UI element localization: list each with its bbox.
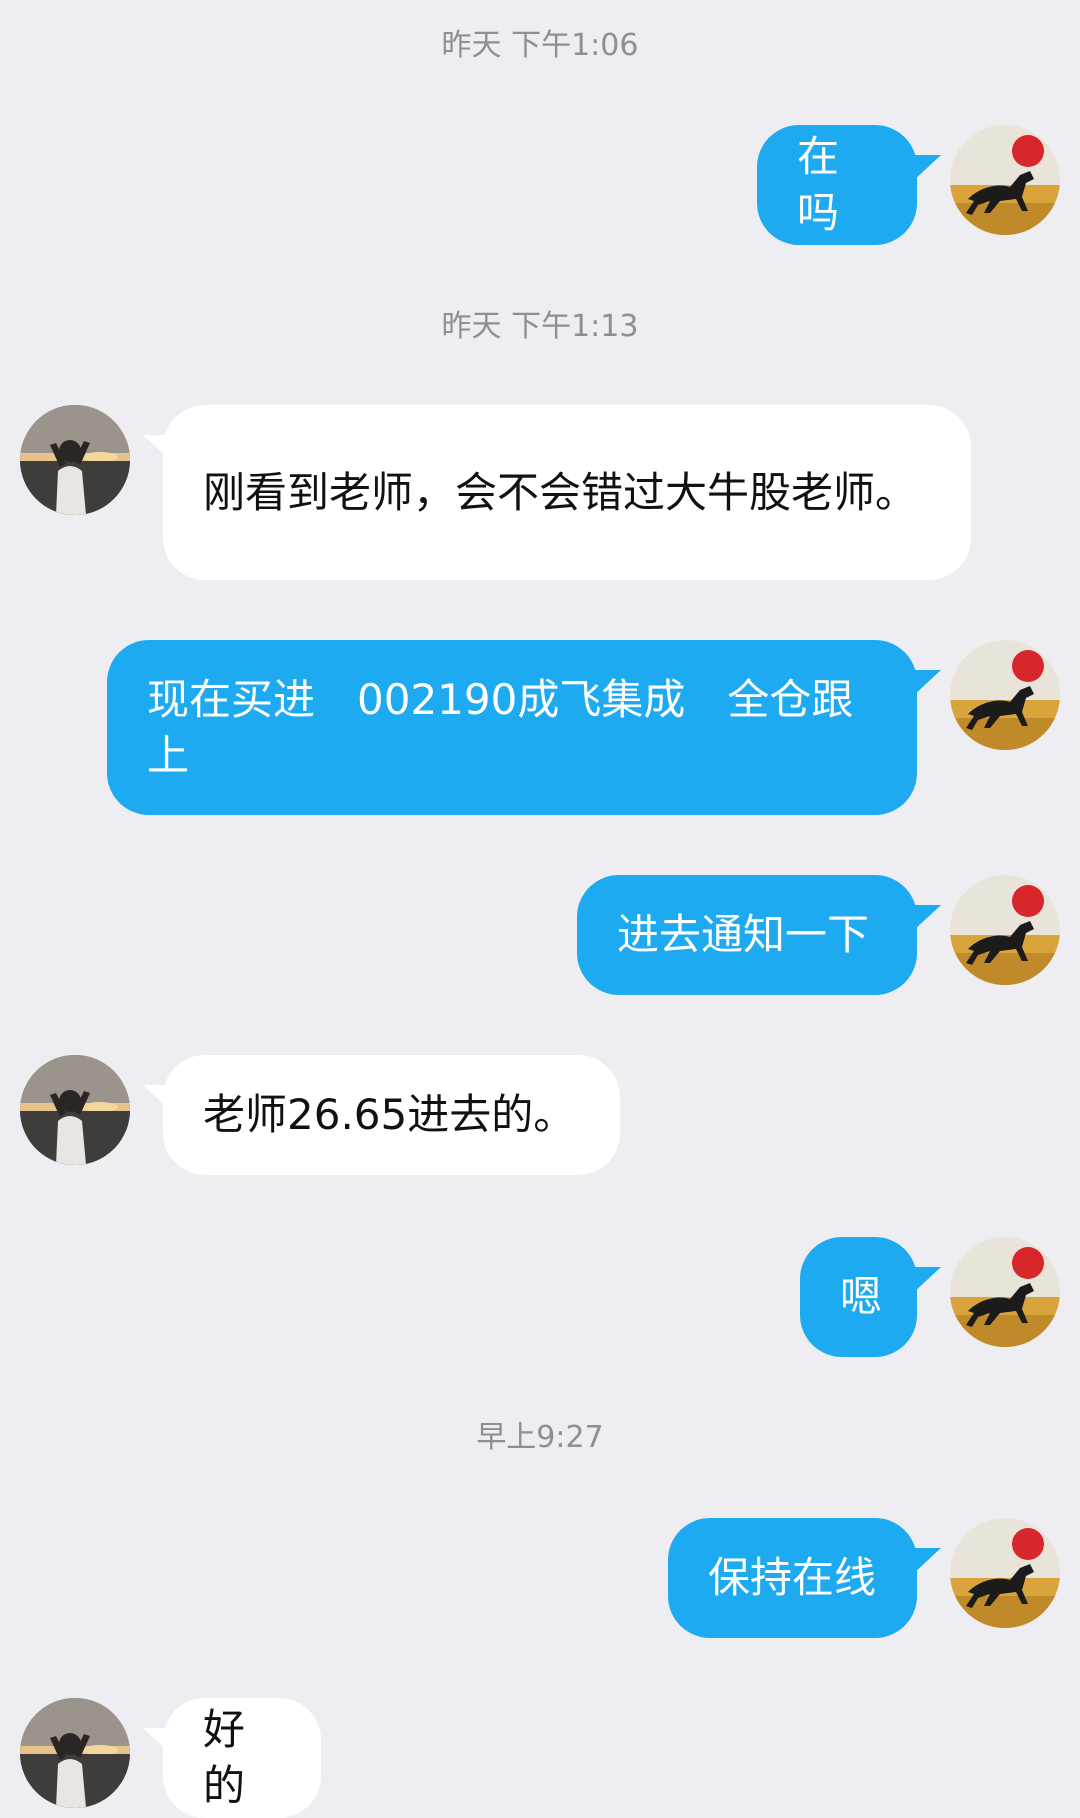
- outgoing-message-bubble[interactable]: 进去通知一下: [577, 875, 917, 995]
- my-avatar[interactable]: [950, 640, 1060, 750]
- contact-avatar[interactable]: [20, 405, 130, 515]
- contact-avatar[interactable]: [20, 1055, 130, 1165]
- running-horse-icon: [950, 125, 1060, 235]
- bubble-tail: [913, 670, 941, 696]
- my-avatar[interactable]: [950, 1518, 1060, 1628]
- outgoing-message-bubble[interactable]: 保持在线: [668, 1518, 917, 1638]
- running-horse-icon: [950, 875, 1060, 985]
- person-sunset-icon: [20, 405, 130, 515]
- my-avatar[interactable]: [950, 1237, 1060, 1347]
- outgoing-message-bubble[interactable]: 嗯: [800, 1237, 917, 1357]
- message-text: 保持在线: [708, 1553, 877, 1602]
- contact-avatar[interactable]: [20, 1698, 130, 1808]
- message-text: 好的: [203, 1705, 246, 1810]
- bubble-tail: [913, 905, 941, 931]
- running-horse-icon: [950, 1518, 1060, 1628]
- my-avatar[interactable]: [950, 125, 1060, 235]
- timestamp: 昨天 下午1:06: [441, 28, 639, 63]
- bubble-tail: [913, 1267, 941, 1293]
- person-sunset-icon: [20, 1698, 130, 1808]
- message-text: 嗯: [840, 1272, 883, 1321]
- message-text: 刚看到老师，会不会错过大牛股老师。: [203, 467, 918, 517]
- bubble-tail: [913, 155, 941, 181]
- person-sunset-icon: [20, 1055, 130, 1165]
- my-avatar[interactable]: [950, 875, 1060, 985]
- timestamp: 昨天 下午1:13: [441, 309, 639, 344]
- timestamp: 早上9:27: [476, 1420, 604, 1455]
- incoming-message-bubble[interactable]: 好的: [163, 1698, 321, 1818]
- running-horse-icon: [950, 1237, 1060, 1347]
- running-horse-icon: [950, 640, 1060, 750]
- outgoing-message-bubble[interactable]: 现在买进 002190成飞集成 全仓跟上: [107, 640, 917, 815]
- chat-window[interactable]: 昨天 下午1:06 在吗 昨天 下午1:13 刚看到老师，会不会错过大牛股老师。…: [0, 0, 1080, 1818]
- message-text: 老师26.65进去的。: [203, 1090, 576, 1139]
- incoming-message-bubble[interactable]: 刚看到老师，会不会错过大牛股老师。: [163, 405, 971, 580]
- message-text: 进去通知一下: [617, 910, 870, 959]
- outgoing-message-bubble[interactable]: 在吗: [757, 125, 917, 245]
- incoming-message-bubble[interactable]: 老师26.65进去的。: [163, 1055, 620, 1175]
- message-text: 现在买进 002190成飞集成 全仓跟上: [147, 674, 854, 780]
- bubble-tail: [913, 1548, 941, 1574]
- message-text: 在吗: [797, 132, 840, 237]
